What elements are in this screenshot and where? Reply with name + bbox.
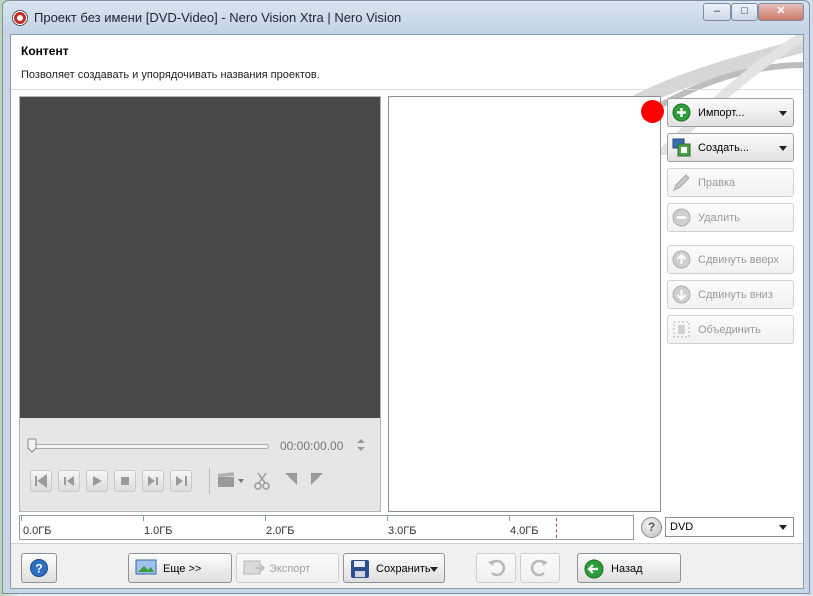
skip-to-start-icon bbox=[35, 474, 47, 488]
skip-to-end-icon bbox=[176, 476, 187, 486]
edit-button[interactable]: Правка bbox=[667, 168, 794, 197]
back-button-label: Назад bbox=[611, 563, 643, 575]
redo-icon bbox=[530, 559, 548, 577]
video-preview-screen bbox=[20, 97, 380, 418]
header-divider bbox=[11, 89, 803, 90]
arrow-up-icon bbox=[672, 250, 691, 269]
chevron-down-icon bbox=[779, 146, 787, 151]
capacity-label: 2.0ГБ bbox=[266, 525, 295, 537]
step-back-icon bbox=[64, 476, 74, 486]
playback-position-slider[interactable] bbox=[34, 444, 269, 449]
scissors-icon[interactable] bbox=[254, 472, 270, 490]
merge-icon bbox=[673, 321, 690, 338]
play-icon bbox=[93, 476, 102, 486]
back-arrow-icon bbox=[584, 559, 604, 579]
disc-type-value: DVD bbox=[670, 521, 694, 533]
preview-panel: 00:00:00.00 bbox=[19, 96, 381, 512]
save-button-label: Сохранить bbox=[376, 563, 431, 575]
toolbar-separator bbox=[209, 468, 210, 494]
edit-button-label: Правка bbox=[698, 177, 736, 189]
delete-button[interactable]: Удалить bbox=[667, 203, 794, 232]
floppy-disk-icon bbox=[351, 560, 369, 578]
disc-type-select[interactable]: DVD bbox=[665, 517, 794, 537]
move-up-button[interactable]: Сдвинуть вверх bbox=[667, 245, 794, 274]
merge-button-label: Объединить bbox=[698, 324, 761, 336]
help-button[interactable]: ? bbox=[21, 553, 57, 583]
export-button-label: Экспорт bbox=[269, 563, 311, 575]
slider-thumb-icon[interactable] bbox=[27, 438, 37, 453]
section-title: Контент bbox=[21, 44, 69, 58]
disc-capacity-bar: 0.0ГБ 1.0ГБ 2.0ГБ 3.0ГБ 4.0ГБ bbox=[19, 515, 634, 540]
set-end-marker-icon[interactable] bbox=[310, 472, 324, 486]
capacity-label: 0.0ГБ bbox=[23, 525, 52, 537]
merge-button[interactable]: Объединить bbox=[667, 315, 794, 344]
export-button[interactable]: Экспорт bbox=[236, 553, 339, 583]
title-bar[interactable]: Проект без имени [DVD-Video] - Nero Visi… bbox=[3, 1, 809, 35]
capacity-tick bbox=[387, 516, 388, 521]
section-description: Позволяет создавать и упорядочивать назв… bbox=[21, 69, 320, 81]
timecode-display: 00:00:00.00 bbox=[280, 439, 344, 453]
chevron-down-icon bbox=[779, 525, 787, 530]
pencil-icon bbox=[673, 174, 690, 191]
stop-button[interactable] bbox=[114, 470, 136, 492]
footer-bar: ? Еще >> Экспорт Сохранить Назад bbox=[11, 543, 803, 588]
next-frame-button[interactable] bbox=[142, 470, 164, 492]
more-button-label: Еще >> bbox=[163, 563, 202, 575]
save-button[interactable]: Сохранить bbox=[343, 553, 445, 583]
move-down-button[interactable]: Сдвинуть вниз bbox=[667, 280, 794, 309]
arrow-down-icon bbox=[672, 285, 691, 304]
app-window: Проект без имени [DVD-Video] - Nero Visi… bbox=[2, 0, 810, 594]
capacity-tick bbox=[509, 516, 510, 521]
previous-frame-button[interactable] bbox=[58, 470, 80, 492]
capacity-label: 1.0ГБ bbox=[144, 525, 173, 537]
go-to-start-button[interactable] bbox=[30, 470, 52, 492]
timecode-spinner-icon[interactable] bbox=[356, 438, 366, 452]
import-button-label: Импорт... bbox=[698, 107, 745, 119]
capacity-tick bbox=[21, 516, 22, 521]
export-icon bbox=[243, 560, 265, 575]
red-marker-dot bbox=[641, 100, 664, 123]
more-button[interactable]: Еще >> bbox=[128, 553, 232, 583]
import-button[interactable]: Импорт... bbox=[667, 98, 794, 127]
move-up-button-label: Сдвинуть вверх bbox=[698, 254, 779, 266]
disc-type-help-button[interactable]: ? bbox=[641, 517, 662, 538]
help-icon: ? bbox=[30, 559, 48, 577]
help-button-label: ? bbox=[35, 562, 42, 576]
capacity-limit-marker bbox=[556, 518, 557, 538]
go-to-end-button[interactable] bbox=[170, 470, 192, 492]
chevron-down-icon bbox=[430, 567, 438, 572]
redo-button[interactable] bbox=[520, 553, 560, 583]
main-client-area: Контент Позволяет создавать и упорядочив… bbox=[10, 34, 804, 589]
project-titles-list[interactable] bbox=[388, 96, 661, 512]
create-button-label: Создать... bbox=[698, 142, 749, 154]
stop-icon bbox=[121, 477, 129, 485]
delete-button-label: Удалить bbox=[698, 212, 740, 224]
window-title: Проект без имени [DVD-Video] - Nero Visi… bbox=[34, 10, 402, 25]
more-options-icon bbox=[135, 559, 157, 575]
add-icon bbox=[672, 103, 691, 122]
clapperboard-icon[interactable] bbox=[217, 472, 247, 488]
capacity-tick bbox=[265, 516, 266, 521]
capacity-label: 3.0ГБ bbox=[388, 525, 417, 537]
create-button[interactable]: Создать... bbox=[667, 133, 794, 162]
chevron-down-icon bbox=[779, 111, 787, 116]
move-down-button-label: Сдвинуть вниз bbox=[698, 289, 773, 301]
nero-app-icon bbox=[12, 10, 28, 26]
minus-icon bbox=[672, 208, 691, 227]
capacity-label: 4.0ГБ bbox=[510, 525, 539, 537]
capacity-tick bbox=[143, 516, 144, 521]
create-menu-icon bbox=[672, 138, 691, 157]
back-button[interactable]: Назад bbox=[577, 553, 681, 583]
close-button[interactable]: ✕ bbox=[758, 3, 804, 21]
play-button[interactable] bbox=[86, 470, 108, 492]
set-start-marker-icon[interactable] bbox=[284, 472, 298, 486]
step-forward-icon bbox=[148, 476, 158, 486]
maximize-button[interactable]: □ bbox=[731, 3, 758, 21]
undo-icon bbox=[488, 559, 506, 577]
undo-button[interactable] bbox=[476, 553, 516, 583]
minimize-button[interactable]: – bbox=[703, 3, 731, 21]
